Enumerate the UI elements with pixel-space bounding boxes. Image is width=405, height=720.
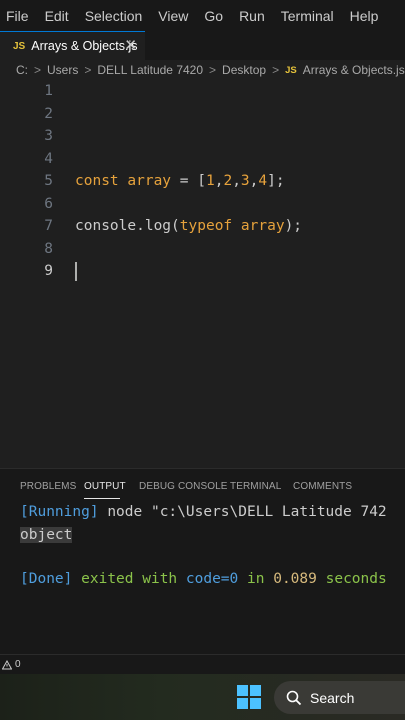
line-number: 8 <box>44 240 53 257</box>
tab-output[interactable]: OUTPUT <box>84 481 126 492</box>
elapsed-time: 0.089 <box>273 571 317 587</box>
breadcrumb-user[interactable]: DELL Latitude 7420 <box>97 63 203 77</box>
bottom-panel: PROBLEMS OUTPUT DEBUG CONSOLE TERMINAL C… <box>0 468 405 654</box>
exit-code: code=0 <box>185 571 239 587</box>
running-command: node "c:\Users\DELL Latitude 742 <box>107 504 387 520</box>
line-number: 2 <box>44 105 53 122</box>
status-bar: 0 <box>0 654 405 674</box>
breadcrumb: C: > Users > DELL Latitude 7420 > Deskto… <box>0 60 405 80</box>
breadcrumb-file[interactable]: Arrays & Objects.js <box>303 63 405 77</box>
editor-line: 2 <box>0 103 405 125</box>
tab-arrays-objects[interactable]: JS Arrays & Objects.js ✕ <box>0 31 145 60</box>
bracket-close: ]; <box>267 173 285 189</box>
output-line-running: [Running] node "c:\Users\DELL Latitude 7… <box>20 501 387 523</box>
windows-start-icon[interactable] <box>237 685 261 709</box>
number-literal: 2 <box>223 173 233 189</box>
windows-taskbar: Search <box>0 674 405 720</box>
variable-array: array <box>127 173 172 189</box>
search-label: Search <box>310 689 355 706</box>
menu-terminal[interactable]: Terminal <box>281 8 334 24</box>
close-icon[interactable]: ✕ <box>124 37 137 54</box>
menu-file[interactable]: File <box>6 8 29 24</box>
tab-debug-console[interactable]: DEBUG CONSOLE <box>139 481 228 492</box>
dot: . <box>136 218 145 234</box>
line-number: 6 <box>44 195 53 212</box>
number-literal: 1 <box>205 173 215 189</box>
editor-line: 6 <box>0 193 405 215</box>
line-number: 7 <box>44 218 53 234</box>
menu-view[interactable]: View <box>158 8 188 24</box>
editor-line: 5 const array = [1,2,3,4]; <box>0 170 405 192</box>
javascript-file-icon: JS <box>285 64 297 76</box>
tab-comments[interactable]: COMMENTS <box>293 481 352 492</box>
editor-line: 4 <box>0 148 405 170</box>
output-line-result: object <box>20 524 73 546</box>
elapsed-unit: seconds <box>325 571 387 587</box>
paren-open: ( <box>171 218 180 234</box>
chevron-right-icon: > <box>34 63 42 77</box>
paren-close: ); <box>284 218 303 234</box>
line-number: 9 <box>44 263 53 279</box>
line-number: 1 <box>44 83 53 99</box>
operator-equals: = <box>179 173 189 189</box>
breadcrumb-desktop[interactable]: Desktop <box>222 63 266 77</box>
result-value: object <box>20 527 73 543</box>
taskbar-search[interactable]: Search <box>274 681 405 714</box>
menu-help[interactable]: Help <box>350 8 379 24</box>
line-number: 4 <box>44 150 53 167</box>
tab-terminal[interactable]: TERMINAL <box>230 481 281 492</box>
menu-selection[interactable]: Selection <box>85 8 143 24</box>
keyword-const: const <box>75 173 119 189</box>
tab-label: Arrays & Objects.js <box>31 39 138 53</box>
warning-icon[interactable] <box>2 659 12 670</box>
editor-line: 3 <box>0 125 405 147</box>
panel-tabs: PROBLEMS OUTPUT DEBUG CONSOLE TERMINAL C… <box>0 469 405 505</box>
chevron-right-icon: > <box>272 63 280 77</box>
code-line-5: const array = [1,2,3,4]; <box>75 170 285 192</box>
text-cursor <box>75 262 77 281</box>
javascript-file-icon: JS <box>13 40 26 52</box>
breadcrumb-drive[interactable]: C: <box>16 63 28 77</box>
keyword-typeof: typeof <box>179 218 233 234</box>
line-number: 3 <box>44 128 53 144</box>
code-editor[interactable]: 1 2 3 4 5 const array = [1,2,3,4]; 6 7 c… <box>0 80 405 468</box>
problems-count[interactable]: 0 <box>15 659 21 670</box>
chevron-right-icon: > <box>84 63 92 77</box>
editor-line-active: 9 <box>0 260 405 282</box>
chevron-right-icon: > <box>209 63 217 77</box>
menu-run[interactable]: Run <box>239 8 265 24</box>
editor-tab-bar: JS Arrays & Objects.js ✕ <box>0 31 405 60</box>
search-icon <box>286 690 302 705</box>
number-literal: 3 <box>240 173 250 189</box>
running-tag: [Running] <box>20 504 99 520</box>
editor-line: 1 <box>0 80 405 102</box>
editor-line: 7 console.log(typeof array); <box>0 215 405 237</box>
menu-bar: File Edit Selection View Go Run Terminal… <box>0 0 405 31</box>
editor-line: 8 <box>0 238 405 260</box>
done-in: in <box>247 571 265 587</box>
code-line-7: console.log(typeof array); <box>75 215 302 237</box>
identifier-console: console <box>75 218 137 234</box>
line-number: 5 <box>44 173 53 189</box>
argument-array: array <box>240 218 285 234</box>
menu-edit[interactable]: Edit <box>45 8 69 24</box>
comma: , <box>232 173 241 189</box>
output-line-done: [Done] exited with code=0 in 0.089 secon… <box>20 568 387 590</box>
done-tag: [Done] <box>20 571 73 587</box>
breadcrumb-users[interactable]: Users <box>47 63 78 77</box>
active-tab-indicator <box>84 498 120 499</box>
bracket-open: [ <box>197 173 206 189</box>
menu-go[interactable]: Go <box>204 8 223 24</box>
function-log: log <box>144 218 172 234</box>
done-text: exited with <box>81 571 178 587</box>
tab-problems[interactable]: PROBLEMS <box>20 481 76 492</box>
number-literal: 4 <box>258 173 268 189</box>
output-log[interactable]: [Running] node "c:\Users\DELL Latitude 7… <box>20 501 387 587</box>
